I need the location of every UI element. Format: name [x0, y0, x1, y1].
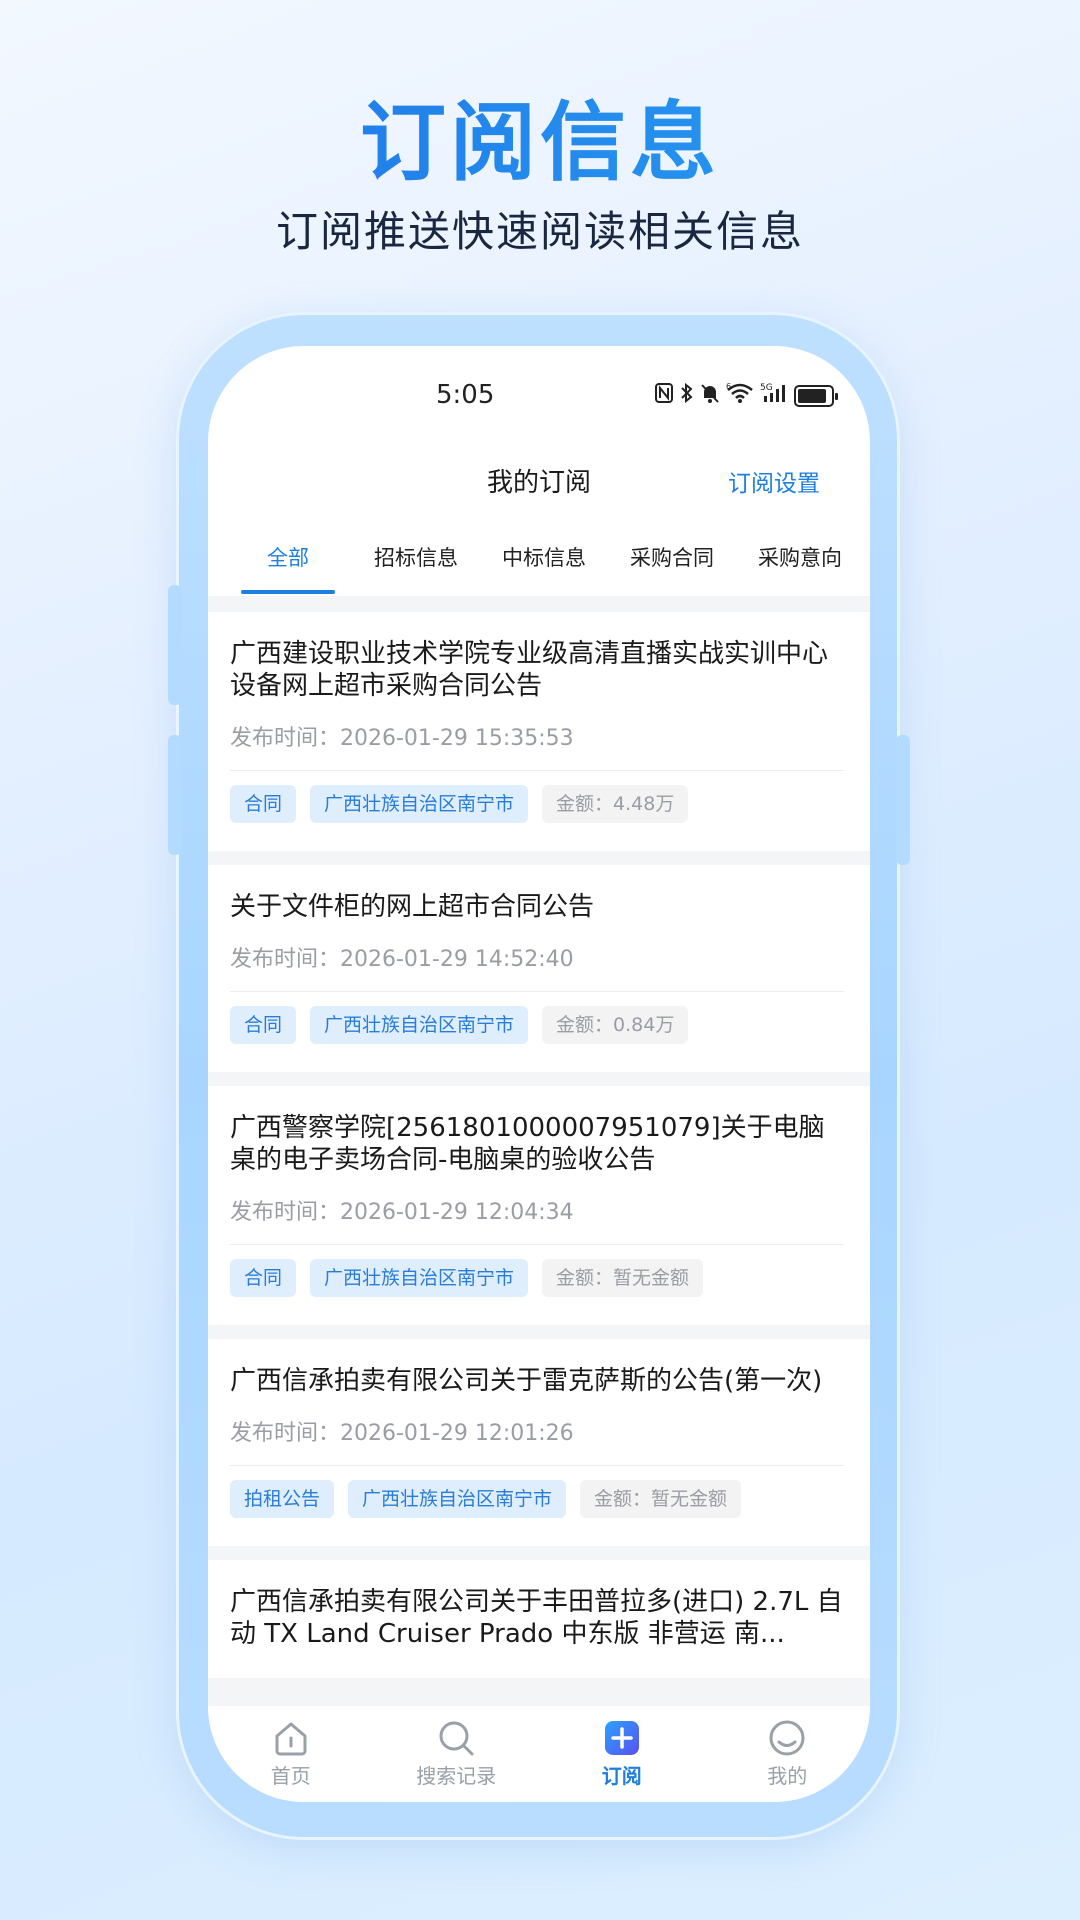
- item-title: 广西警察学院[2561801000007951079]关于电脑桌的电子卖场合同-…: [230, 1113, 825, 1175]
- region-tag: 广西壮族自治区南宁市: [310, 1259, 529, 1297]
- subscription-list[interactable]: 广西建设职业技术学院专业级高清直播实战实训中心设备网上超市采购合同公告 发布时间…: [208, 596, 870, 1706]
- active-tab-indicator: [241, 590, 335, 594]
- item-title: 关于文件柜的网上超市合同公告: [230, 892, 595, 922]
- add-subscribe-icon: [604, 1721, 639, 1755]
- tab-label: 全部: [267, 546, 309, 570]
- item-title: 广西信承拍卖有限公司关于丰田普拉多(进口) 2.7L 自动 TX Land Cr…: [230, 1587, 843, 1649]
- mute-icon: [700, 382, 720, 409]
- nav-label: 搜索记录: [416, 1764, 497, 1788]
- nav-search-history[interactable]: 搜索记录: [374, 1706, 540, 1802]
- amount-tag: 金额：暂无金额: [580, 1480, 742, 1518]
- item-publish-time: 发布时间：2026-01-29 15:35:53: [230, 726, 574, 751]
- list-item[interactable]: 广西信承拍卖有限公司关于雷克萨斯的公告(第一次) 发布时间：2026-01-29…: [208, 1339, 870, 1546]
- list-item[interactable]: 广西警察学院[2561801000007951079]关于电脑桌的电子卖场合同-…: [208, 1086, 870, 1325]
- item-title: 广西建设职业技术学院专业级高清直播实战实训中心设备网上超市采购合同公告: [230, 639, 829, 701]
- tab-label: 采购合同: [630, 546, 714, 570]
- svg-text:5G: 5G: [760, 383, 773, 393]
- item-divider: [230, 1244, 844, 1245]
- type-tag: 合同: [230, 1006, 297, 1044]
- category-tabs: 全部 招标信息 中标信息 采购合同 采购意向: [224, 538, 864, 594]
- item-tags: 合同 广西壮族自治区南宁市 金额：0.84万: [230, 1006, 844, 1044]
- phone-screen: 5:05 6 5G 我的订阅 订阅设置 全部 招标信息 中标信息 采购合同 采购…: [208, 346, 870, 1802]
- item-divider: [230, 770, 844, 771]
- power-button: [896, 735, 910, 865]
- type-tag: 合同: [230, 785, 297, 823]
- item-publish-time: 发布时间：2026-01-29 12:01:26: [230, 1421, 574, 1446]
- bottom-navigation: 首页 搜索记录 订阅 我的: [208, 1706, 870, 1802]
- nav-profile[interactable]: 我的: [705, 1706, 871, 1802]
- item-divider: [230, 1465, 844, 1466]
- promo-subtitle: 订阅推送快速阅读相关信息: [275, 207, 804, 256]
- amount-tag: 金额：暂无金额: [542, 1259, 704, 1297]
- tab-label: 中标信息: [502, 546, 586, 570]
- item-publish-time: 发布时间：2026-01-29 14:52:40: [230, 947, 574, 972]
- nav-label: 我的: [767, 1764, 808, 1788]
- item-tags: 拍租公告 广西壮族自治区南宁市 金额：暂无金额: [230, 1480, 844, 1518]
- item-divider: [230, 991, 844, 992]
- search-icon: [439, 1721, 474, 1756]
- list-item[interactable]: 广西信承拍卖有限公司关于丰田普拉多(进口) 2.7L 自动 TX Land Cr…: [208, 1560, 870, 1678]
- item-tags: 合同 广西壮族自治区南宁市 金额：4.48万: [230, 785, 844, 823]
- tab-purchase-intent[interactable]: 采购意向: [736, 538, 864, 594]
- list-item[interactable]: 关于文件柜的网上超市合同公告 发布时间：2026-01-29 14:52:40 …: [208, 865, 870, 1072]
- subscription-settings-link[interactable]: 订阅设置: [728, 464, 820, 498]
- region-tag: 广西壮族自治区南宁市: [348, 1480, 567, 1518]
- amount-tag: 金额：0.84万: [542, 1006, 689, 1044]
- tab-tender-info[interactable]: 招标信息: [352, 538, 480, 594]
- bluetooth-icon: [680, 382, 694, 409]
- tab-all[interactable]: 全部: [224, 538, 352, 594]
- region-tag: 广西壮族自治区南宁市: [310, 785, 529, 823]
- promo-title: 订阅信息: [0, 72, 1080, 197]
- wifi-icon: 6: [726, 382, 754, 409]
- item-tags: 合同 广西壮族自治区南宁市 金额：暂无金额: [230, 1259, 844, 1297]
- tab-label: 采购意向: [758, 546, 842, 570]
- battery-icon: [794, 384, 838, 407]
- nav-subscribe[interactable]: 订阅: [539, 1706, 705, 1802]
- status-time: 5:05: [436, 380, 495, 410]
- nav-label: 订阅: [601, 1764, 642, 1788]
- item-publish-time: 发布时间：2026-01-29 12:04:34: [230, 1200, 574, 1225]
- amount-tag: 金额：4.48万: [542, 785, 689, 823]
- volume-down-button: [168, 735, 182, 855]
- 5g-signal-icon: 5G: [760, 382, 788, 409]
- svg-text:6: 6: [726, 382, 731, 391]
- status-icons: 6 5G: [654, 382, 838, 409]
- status-bar: 5:05 6 5G: [208, 346, 870, 436]
- profile-icon: [769, 1720, 805, 1756]
- tab-award-info[interactable]: 中标信息: [480, 538, 608, 594]
- tab-purchase-contract[interactable]: 采购合同: [608, 538, 736, 594]
- nav-label: 首页: [270, 1764, 311, 1788]
- volume-up-button: [168, 585, 182, 705]
- list-item[interactable]: 广西建设职业技术学院专业级高清直播实战实训中心设备网上超市采购合同公告 发布时间…: [208, 612, 870, 851]
- item-title: 广西信承拍卖有限公司关于雷克萨斯的公告(第一次): [230, 1366, 823, 1396]
- nav-home[interactable]: 首页: [208, 1706, 374, 1802]
- tab-label: 招标信息: [374, 546, 458, 570]
- type-tag: 合同: [230, 1259, 297, 1297]
- region-tag: 广西壮族自治区南宁市: [310, 1006, 529, 1044]
- nfc-icon: [654, 382, 674, 409]
- home-icon: [275, 1722, 307, 1756]
- type-tag: 拍租公告: [230, 1480, 335, 1518]
